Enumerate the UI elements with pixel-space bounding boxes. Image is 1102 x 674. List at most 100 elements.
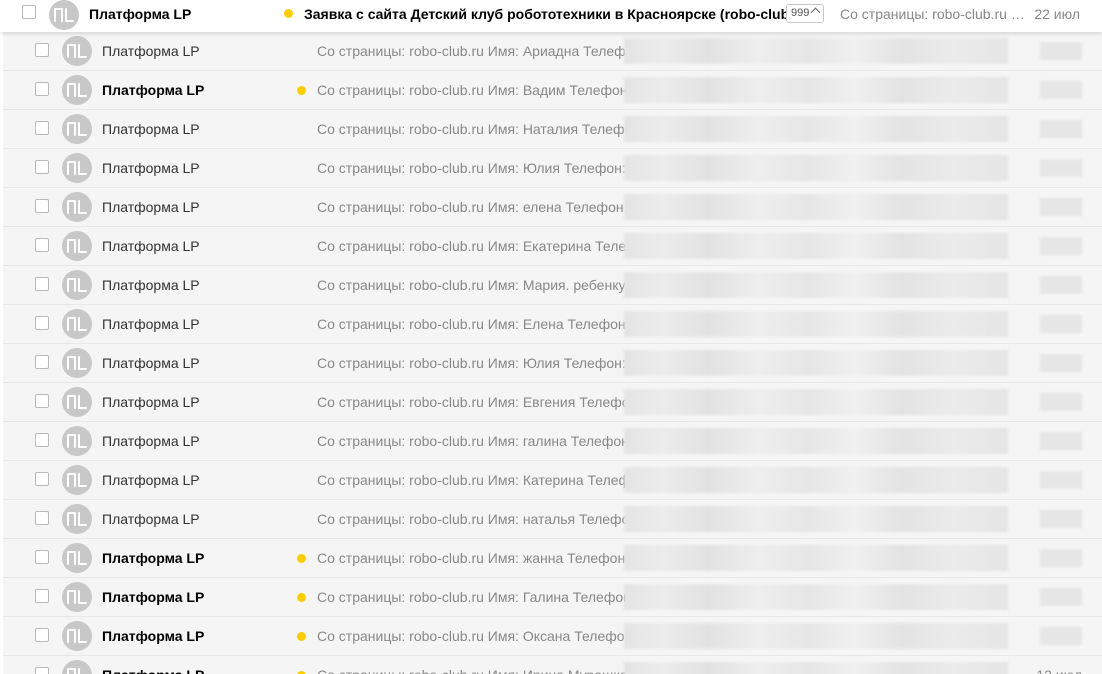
message-checkbox[interactable] (35, 433, 49, 447)
message-snippet[interactable]: Со страницы: robo-club.ru Имя: Юлия Теле… (317, 160, 627, 176)
message-checkbox[interactable] (35, 628, 49, 642)
message-row[interactable]: Платформа LP Со страницы: robo-club.ru Им… (3, 227, 1102, 266)
sender-avatar[interactable] (62, 621, 92, 651)
thread-header-row[interactable]: Платформа LP Заявка с сайта Детский клуб… (0, 0, 1102, 32)
message-checkbox[interactable] (35, 43, 49, 57)
message-row[interactable]: Платформа LP Со страницы: robo-club.ru Им… (3, 266, 1102, 305)
sender-avatar[interactable] (62, 582, 92, 612)
message-row[interactable]: Платформа LP Со страницы: robo-club.ru Им… (3, 344, 1102, 383)
message-row[interactable]: Платформа LP Со страницы: robo-club.ru Им… (3, 578, 1102, 617)
sender-avatar[interactable] (62, 465, 92, 495)
message-checkbox[interactable] (35, 394, 49, 408)
message-row[interactable]: Платформа LP Со страницы: robo-club.ru Им… (3, 539, 1102, 578)
message-snippet[interactable]: Со страницы: robo-club.ru Имя: Наталия Т… (317, 121, 627, 137)
message-snippet[interactable]: Со страницы: robo-club.ru Имя: Вадим Тел… (317, 82, 627, 98)
message-snippet[interactable]: Со страницы: robo-club.ru Имя: Катерина … (317, 472, 627, 488)
unread-dot-icon[interactable] (297, 632, 306, 641)
message-sender[interactable]: Платформа LP (102, 121, 200, 137)
message-sender[interactable]: Платформа LP (102, 199, 200, 215)
sender-avatar[interactable] (62, 192, 92, 222)
unread-dot-icon[interactable] (297, 86, 306, 95)
message-sender[interactable]: Платформа LP (102, 43, 200, 59)
redacted-content (624, 623, 1008, 649)
message-checkbox[interactable] (35, 589, 49, 603)
message-checkbox[interactable] (35, 238, 49, 252)
message-row[interactable]: Платформа LP Со страницы: robo-club.ru Им… (3, 617, 1102, 656)
message-snippet[interactable]: Со страницы: robo-club.ru Имя: Ариадна Т… (317, 43, 627, 59)
redacted-content (624, 350, 1008, 376)
sender-avatar[interactable] (62, 387, 92, 417)
thread-sender[interactable]: Платформа LP (89, 6, 191, 22)
message-checkbox[interactable] (35, 160, 49, 174)
sender-avatar[interactable] (49, 0, 79, 30)
thread-snippet[interactable]: Со страницы: robo-club.ru И… (840, 6, 1026, 22)
thread-checkbox[interactable] (22, 5, 36, 19)
sender-avatar[interactable] (62, 348, 92, 378)
sender-avatar[interactable] (62, 270, 92, 300)
thread-count-badge[interactable]: 999 (786, 4, 825, 23)
message-sender[interactable]: Платформа LP (102, 160, 200, 176)
message-checkbox[interactable] (35, 316, 49, 330)
sender-avatar[interactable] (62, 231, 92, 261)
message-row[interactable]: Платформа LP Со страницы: robo-club.ru Им… (3, 110, 1102, 149)
redacted-date (1040, 471, 1082, 489)
message-row[interactable]: Платформа LP Со страницы: robo-club.ru Им… (3, 461, 1102, 500)
message-row[interactable]: Платформа LP Со страницы: robo-club.ru Им… (3, 32, 1102, 71)
message-checkbox[interactable] (35, 277, 49, 291)
unread-dot-icon[interactable] (297, 554, 306, 563)
message-sender[interactable]: Платформа LP (102, 394, 200, 410)
message-sender[interactable]: Платформа LP (102, 667, 204, 674)
sender-avatar[interactable] (62, 426, 92, 456)
message-snippet[interactable]: Со страницы: robo-club.ru Имя: наталья Т… (317, 511, 627, 527)
sender-avatar[interactable] (62, 75, 92, 105)
message-sender[interactable]: Платформа LP (102, 472, 200, 488)
message-row[interactable]: Платформа LP Со страницы: robo-club.ru Им… (3, 305, 1102, 344)
message-sender[interactable]: Платформа LP (102, 277, 200, 293)
message-checkbox[interactable] (35, 472, 49, 486)
message-row[interactable]: Платформа LP Со страницы: robo-club.ru Им… (3, 500, 1102, 539)
sender-avatar[interactable] (62, 36, 92, 66)
sender-avatar[interactable] (62, 504, 92, 534)
message-sender[interactable]: Платформа LP (102, 550, 204, 566)
message-checkbox[interactable] (35, 550, 49, 564)
message-checkbox[interactable] (35, 121, 49, 135)
message-snippet[interactable]: Со страницы: robo-club.ru Имя: Мария. ре… (317, 277, 627, 293)
message-snippet[interactable]: Со страницы: robo-club.ru Имя: жанна Тел… (317, 550, 627, 566)
message-row[interactable]: Платформа LP Со страницы: robo-club.ru Им… (3, 422, 1102, 461)
message-snippet[interactable]: Со страницы: robo-club.ru Имя: Ирина Мур… (317, 667, 627, 674)
message-checkbox[interactable] (35, 511, 49, 525)
message-sender[interactable]: Платформа LP (102, 628, 204, 644)
message-sender[interactable]: Платформа LP (102, 589, 204, 605)
message-checkbox[interactable] (35, 82, 49, 96)
message-sender[interactable]: Платформа LP (102, 433, 200, 449)
message-row[interactable]: Платформа LP Со страницы: robo-club.ru Им… (3, 656, 1102, 674)
sender-avatar[interactable] (62, 543, 92, 573)
message-row[interactable]: Платформа LP Со страницы: robo-club.ru Им… (3, 149, 1102, 188)
sender-avatar[interactable] (62, 153, 92, 183)
message-snippet[interactable]: Со страницы: robo-club.ru Имя: Юлия Теле… (317, 355, 627, 371)
sender-avatar[interactable] (62, 309, 92, 339)
message-row[interactable]: Платформа LP Со страницы: robo-club.ru Им… (3, 383, 1102, 422)
unread-dot-icon[interactable] (284, 9, 293, 18)
message-snippet[interactable]: Со страницы: robo-club.ru Имя: Евгения Т… (317, 394, 627, 410)
unread-dot-icon[interactable] (297, 593, 306, 602)
message-snippet[interactable]: Со страницы: robo-club.ru Имя: елена Тел… (317, 199, 627, 215)
sender-avatar[interactable] (62, 660, 92, 674)
message-snippet[interactable]: Со страницы: robo-club.ru Имя: Екатерина… (317, 238, 627, 254)
sender-avatar[interactable] (62, 114, 92, 144)
message-snippet[interactable]: Со страницы: robo-club.ru Имя: галина Те… (317, 433, 627, 449)
message-sender[interactable]: Платформа LP (102, 238, 200, 254)
message-sender[interactable]: Платформа LP (102, 511, 200, 527)
message-row[interactable]: Платформа LP Со страницы: robo-club.ru Им… (3, 188, 1102, 227)
message-row[interactable]: Платформа LP Со страницы: robo-club.ru Им… (3, 71, 1102, 110)
message-snippet[interactable]: Со страницы: robo-club.ru Имя: Оксана Те… (317, 628, 627, 644)
thread-subject[interactable]: Заявка с сайта Детский клуб робототехник… (304, 6, 812, 22)
message-snippet[interactable]: Со страницы: robo-club.ru Имя: Галина Те… (317, 589, 627, 605)
message-checkbox[interactable] (35, 199, 49, 213)
message-checkbox[interactable] (35, 355, 49, 369)
message-checkbox[interactable] (35, 667, 49, 674)
message-snippet[interactable]: Со страницы: robo-club.ru Имя: Елена Тел… (317, 316, 627, 332)
message-sender[interactable]: Платформа LP (102, 316, 200, 332)
message-sender[interactable]: Платформа LP (102, 355, 200, 371)
message-sender[interactable]: Платформа LP (102, 82, 204, 98)
